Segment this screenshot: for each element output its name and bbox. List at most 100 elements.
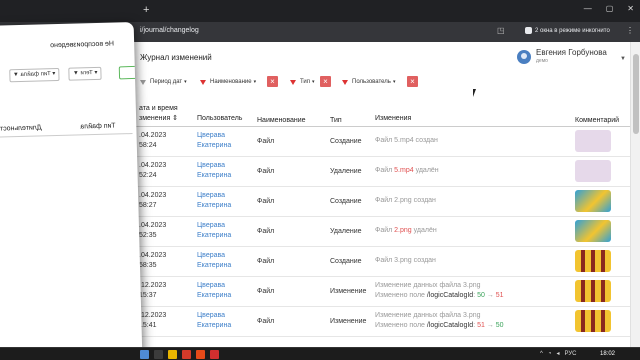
cell-user[interactable]: Цверава Екатерина <box>193 246 253 277</box>
file-thumbnail[interactable] <box>575 280 611 302</box>
user-link[interactable]: Цверава <box>197 252 225 259</box>
app-icon[interactable] <box>210 350 219 359</box>
cell-user[interactable]: Цверава Екатерина <box>193 126 253 157</box>
maximize-button[interactable]: ▢ <box>606 4 614 13</box>
user-menu[interactable]: Евгения Горбунова демо <box>517 48 607 64</box>
browser-tabbar: + — ▢ ✕ <box>0 0 640 22</box>
search-icon[interactable] <box>154 350 163 359</box>
table-row[interactable]: .04.2023 52:24 Цверава Екатерина Файл Удалени… <box>135 156 635 187</box>
user-link[interactable]: Екатерина <box>197 262 231 269</box>
incognito-indicator[interactable]: 2 окна в режиме инкогнито <box>525 27 610 34</box>
table-row[interactable]: .12.2023 15:41 Цверава Екатерина Файл Изменен… <box>135 306 635 337</box>
file-thumbnail[interactable] <box>575 250 611 272</box>
file-thumbnail[interactable] <box>575 190 611 212</box>
cell-time: 58:24 <box>139 142 157 149</box>
left-window-filter-filetype[interactable]: ▾ Тип файла ▼ <box>8 67 60 83</box>
user-link[interactable]: Цверава <box>197 162 225 169</box>
cell-user[interactable]: Цверава Екатерина <box>193 186 253 217</box>
change-line: Изменение данных файла 3.png <box>375 282 481 289</box>
app-icon[interactable] <box>182 350 191 359</box>
clear-filter-name-button[interactable]: × <box>267 76 278 87</box>
volume-icon[interactable]: ◂ <box>556 350 559 357</box>
overlapping-window[interactable]: Не воспроизведено ▾ Теги ▼ ▾ Тип файла ▼… <box>0 21 143 360</box>
windows-start-icon[interactable] <box>140 350 149 359</box>
cell-comment <box>571 126 635 157</box>
user-link[interactable]: Цверава <box>197 222 225 229</box>
user-link[interactable]: Цверава <box>197 282 225 289</box>
table-row[interactable]: .04.2023 58:27 Цверава Екатерина Файл Создани… <box>135 186 635 217</box>
minimize-button[interactable]: — <box>584 4 592 13</box>
filter-label: Тип <box>300 79 311 85</box>
cell-user[interactable]: Цверава Екатерина <box>193 216 253 247</box>
cell-user[interactable]: Цверава Екатерина <box>193 276 253 307</box>
filter-label: Тип файла <box>20 71 51 78</box>
window-controls: — ▢ ✕ <box>584 4 634 13</box>
user-link[interactable]: Екатерина <box>197 142 231 149</box>
language-indicator[interactable]: РУС <box>564 351 576 357</box>
column-header-name[interactable]: Наименование <box>253 100 326 127</box>
user-link[interactable]: Цверава <box>197 132 225 139</box>
file-thumbnail[interactable] <box>575 310 611 332</box>
user-link[interactable]: Екатерина <box>197 202 231 209</box>
network-icon[interactable]: ◔ <box>548 351 552 357</box>
user-link[interactable]: Екатерина <box>197 172 231 179</box>
file-thumbnail[interactable] <box>575 220 611 242</box>
cell-datetime: .04.2023 52:35 <box>135 216 193 247</box>
user-link[interactable]: Екатерина <box>197 292 231 299</box>
user-link[interactable]: Цверава <box>197 192 225 199</box>
column-header-duration[interactable]: Длительность <box>0 124 42 132</box>
browser-menu-button[interactable]: ⋮ <box>626 26 634 35</box>
extensions-icon[interactable]: ◳ <box>497 26 505 35</box>
table-row[interactable]: .04.2023 58:24 Цверава Екатерина Файл Создани… <box>135 126 635 157</box>
cell-user[interactable]: Цверава Екатерина <box>193 156 253 187</box>
close-window-button[interactable]: ✕ <box>627 4 634 13</box>
cell-date: .12.2023 <box>139 312 167 319</box>
explorer-icon[interactable] <box>168 350 177 359</box>
column-header-user[interactable]: Пользователь <box>193 100 253 127</box>
cell-datetime: .04.2023 52:24 <box>135 156 193 187</box>
clock[interactable]: 18:02 <box>600 351 615 357</box>
user-link[interactable]: Екатерина <box>197 232 231 239</box>
clear-filter-type-button[interactable]: × <box>320 76 331 87</box>
app-icon[interactable] <box>196 350 205 359</box>
url-field[interactable]: i/journal/changelog <box>140 27 199 34</box>
table-row[interactable]: .04.2023 52:35 Цверава Екатерина Файл Удалени… <box>135 216 635 247</box>
filter-type[interactable]: Тип ▾ <box>290 75 315 89</box>
cell-time: 58:27 <box>139 202 157 209</box>
user-link[interactable]: Екатерина <box>197 322 231 329</box>
cell-comment <box>571 276 635 307</box>
page-scrollbar[interactable] <box>630 42 640 347</box>
table-row[interactable]: .12.2023 15:37 Цверава Екатерина Файл Изменен… <box>135 276 635 307</box>
file-thumbnail[interactable] <box>575 130 611 152</box>
scrollbar-thumb[interactable] <box>633 54 639 134</box>
left-window-filter-tags[interactable]: ▾ Теги ▼ <box>68 66 102 81</box>
cell-user[interactable]: Цверава Екатерина <box>193 306 253 337</box>
column-header-datetime[interactable]: ата и время зменения ⇕ <box>135 100 193 127</box>
chevron-down-icon[interactable]: ▼ <box>620 56 626 62</box>
address-bar-icons: ◳ <box>497 26 505 35</box>
table-row[interactable]: .04.2023 58:35 Цверава Екатерина Файл Создани… <box>135 246 635 277</box>
cell-changes: Файл 3.png создан <box>371 246 571 277</box>
cell-changes: Файл 2.png удалён <box>371 216 571 247</box>
cell-time: 58:35 <box>139 262 157 269</box>
tray-chevron-icon[interactable]: ^ <box>540 351 543 357</box>
filter-name[interactable]: Наименование ▾ <box>200 75 256 89</box>
system-tray: ^ ◔ ◂ РУС <box>540 350 576 358</box>
user-link[interactable]: Цверава <box>197 312 225 319</box>
filter-user[interactable]: Пользователь ▾ <box>342 75 395 89</box>
filter-date-range[interactable]: Период дат ▾ <box>140 75 187 89</box>
cell-comment <box>571 156 635 187</box>
header-label: ата и время <box>139 104 178 112</box>
cell-changes: Изменение данных файла 3.png Изменено пол… <box>371 306 571 337</box>
column-header-filetype[interactable]: Тип файла <box>80 123 115 131</box>
change-line: Изменение данных файла 3.png <box>375 312 481 319</box>
column-header-type[interactable]: Тип <box>326 100 371 127</box>
cell-comment <box>571 186 635 217</box>
new-tab-button[interactable]: + <box>143 4 149 16</box>
cell-changes: Файл 2.png создан <box>371 186 571 217</box>
clear-filter-user-button[interactable]: × <box>407 76 418 87</box>
changed-field: /logicCatalogId <box>426 292 474 299</box>
user-name: Евгения Горбунова <box>536 48 607 57</box>
cell-datetime: .04.2023 58:35 <box>135 246 193 277</box>
file-thumbnail[interactable] <box>575 160 611 182</box>
